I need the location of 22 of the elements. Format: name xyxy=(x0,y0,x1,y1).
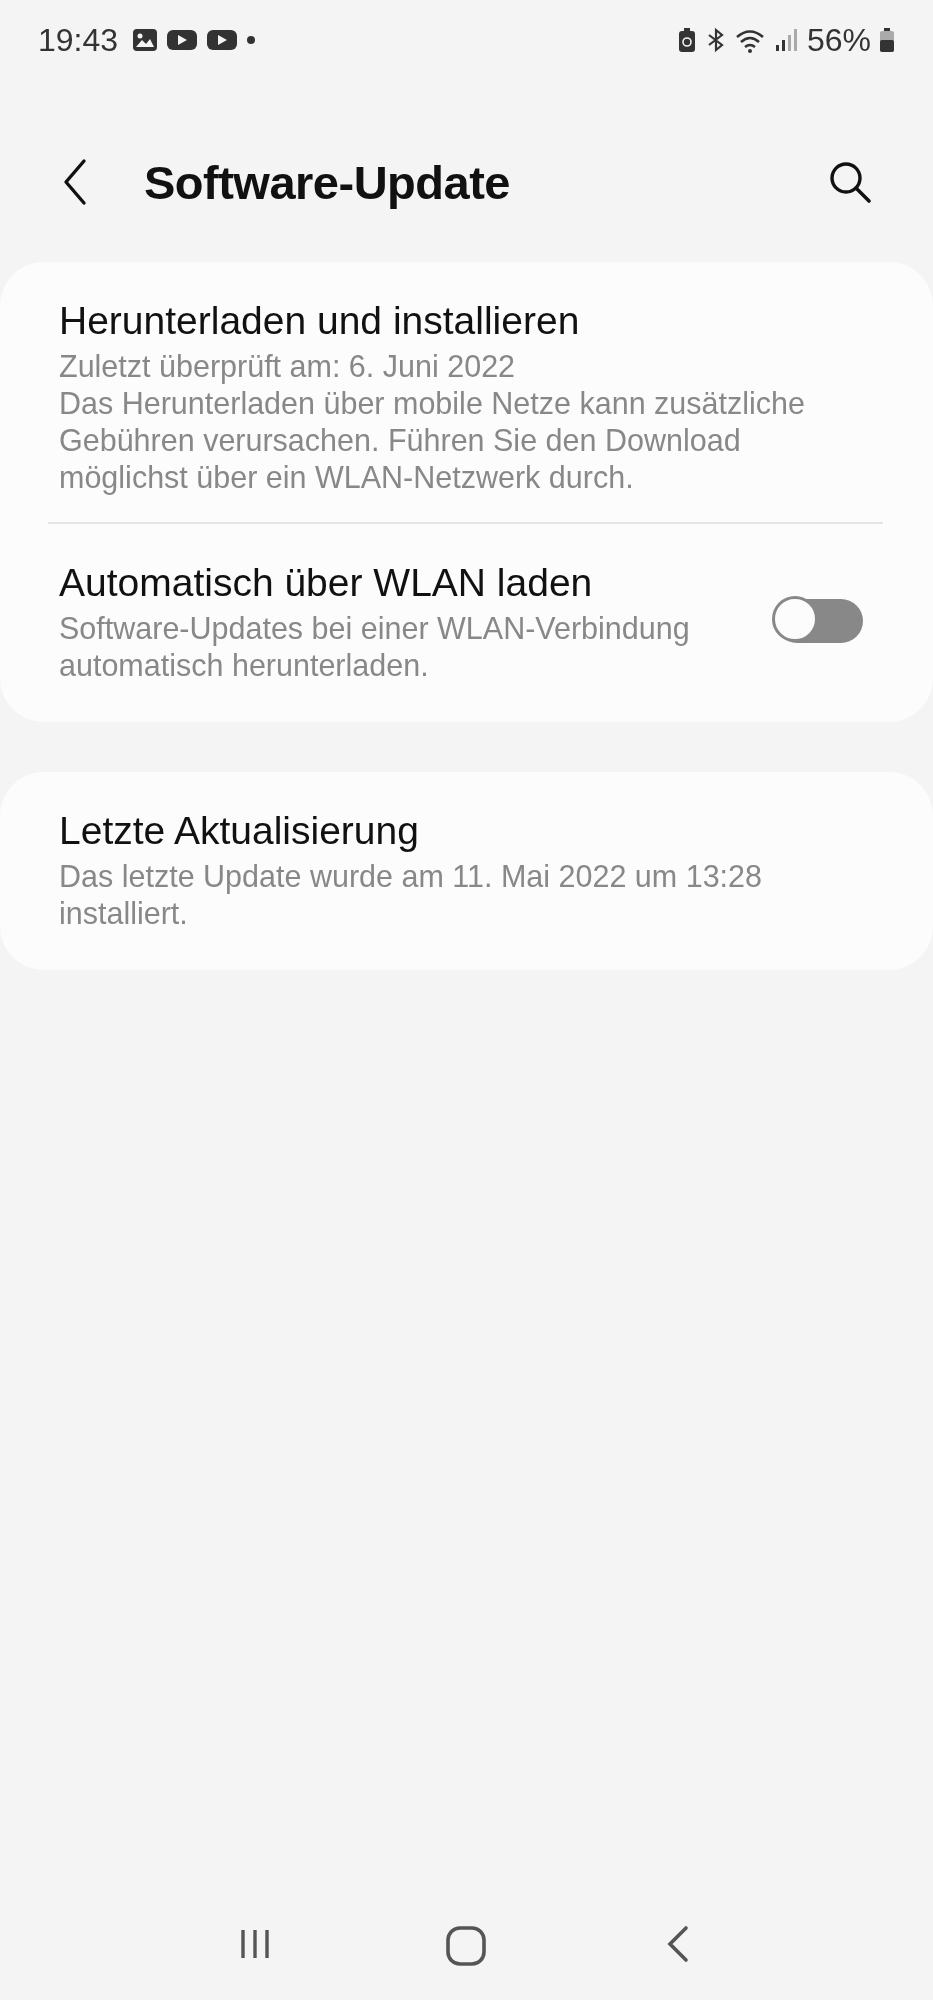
item-description: Das letzte Update wurde am 11. Mai 2022 um 13:28 installiert. xyxy=(59,858,764,932)
signal-icon xyxy=(774,27,799,53)
settings-item[interactable]: Letzte Aktualisierung Das letzte Update wurde am 11. Mai 2022 um 13:28 installiert. xyxy=(0,796,933,958)
video-icon xyxy=(206,28,239,52)
toggle-switch[interactable] xyxy=(775,599,863,643)
search-icon xyxy=(827,159,873,205)
clock: 19:43 xyxy=(38,21,119,59)
settings-item[interactable]: Automatisch über WLAN laden Software-Updates bei einer WLAN-Verbindung automatisch herunterladen. xyxy=(0,548,933,710)
item-description: Das Herunterladen über mobile Netze kann zusätzliche Gebühren verursachen. Führen Sie den Download möglichst über ein WLAN-Netzwerk durch. xyxy=(59,385,806,496)
video-icon xyxy=(166,28,199,52)
item-description: Zuletzt überprüft am: 6. Juni 2022 xyxy=(59,348,517,385)
dot-icon xyxy=(246,35,257,45)
item-title: Letzte Aktualisierung xyxy=(59,808,420,854)
item-title: Automatisch über WLAN laden xyxy=(59,560,594,606)
item-description: Software-Updates bei einer WLAN-Verbindung automatisch herunterladen. xyxy=(59,610,691,684)
page-title: Software-Update xyxy=(144,154,510,210)
battery-saver-icon xyxy=(676,27,697,53)
battery-percentage: 56% xyxy=(806,21,871,59)
item-title: Herunterladen und installieren xyxy=(59,298,581,344)
home-icon xyxy=(444,1924,489,1968)
gallery-icon xyxy=(132,28,159,52)
battery-icon xyxy=(879,27,895,53)
